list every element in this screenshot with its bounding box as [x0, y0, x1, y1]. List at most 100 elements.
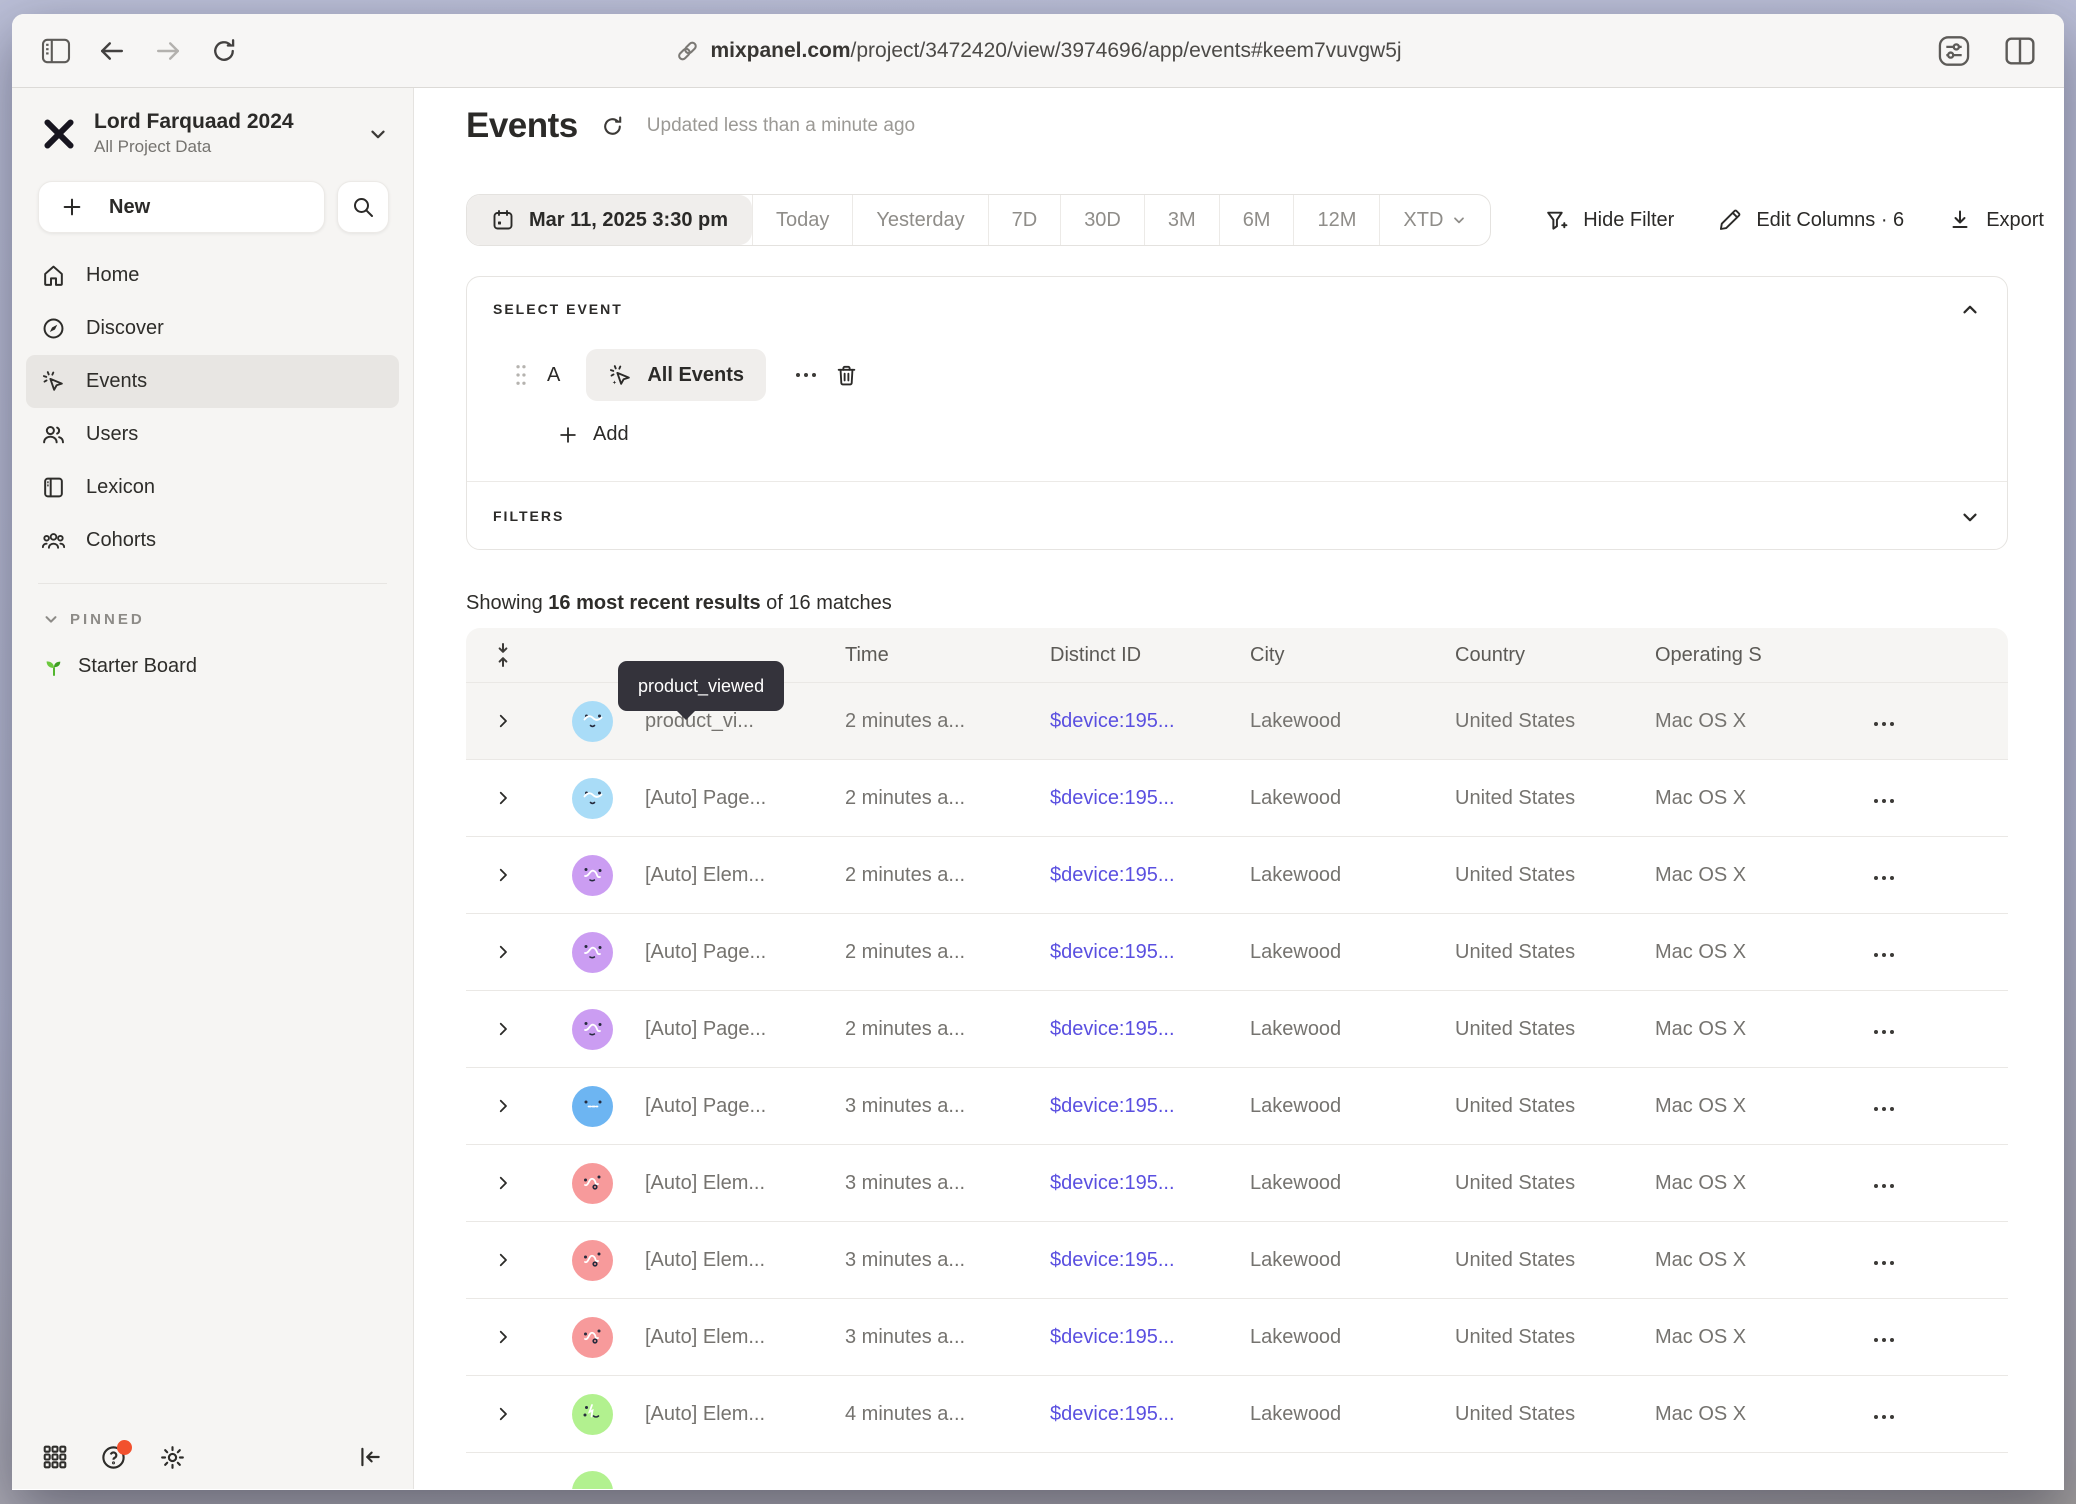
- table-row[interactable]: [Auto] Elem... 3 minutes a... $device:19…: [466, 1298, 2008, 1375]
- split-view-button[interactable]: [2000, 31, 2040, 71]
- export-button[interactable]: Export: [1948, 208, 2044, 232]
- sidebar-item-lexicon[interactable]: Lexicon: [26, 461, 399, 514]
- address-bar[interactable]: mixpanel.com/project/3472420/view/397469…: [674, 38, 1401, 64]
- range-label: 3M: [1168, 209, 1196, 232]
- delete-event-row-button[interactable]: [834, 363, 859, 388]
- search-button[interactable]: [337, 181, 389, 233]
- expand-row-button[interactable]: [494, 1405, 512, 1423]
- apps-grid-button[interactable]: [42, 1444, 68, 1470]
- row-actions-button[interactable]: [1864, 1397, 1888, 1432]
- browser-refresh-button[interactable]: [204, 31, 244, 71]
- browser-sidebar-toggle-button[interactable]: [36, 31, 76, 71]
- column-header-city[interactable]: City: [1250, 644, 1455, 667]
- distinct-id-link[interactable]: $device:195...: [1050, 1326, 1175, 1348]
- sidebar-item-discover[interactable]: Discover: [26, 302, 399, 355]
- sidebar-item-home[interactable]: Home: [26, 249, 399, 302]
- expand-row-button[interactable]: [494, 1328, 512, 1346]
- table-row-partial[interactable]: [466, 1452, 2008, 1489]
- column-header-country[interactable]: Country: [1455, 644, 1655, 667]
- expand-row-button[interactable]: [494, 1174, 512, 1192]
- row-actions-button[interactable]: [1864, 935, 1888, 970]
- range-today[interactable]: Today: [752, 195, 852, 245]
- distinct-id-link[interactable]: $device:195...: [1050, 787, 1175, 809]
- project-switcher[interactable]: Lord Farquaad 2024 All Project Data: [12, 88, 413, 167]
- column-header-time[interactable]: Time: [845, 644, 1050, 667]
- distinct-id-link[interactable]: $device:195...: [1050, 1403, 1175, 1425]
- main-content: Events Updated less than a minute ago Ma…: [414, 88, 2064, 1489]
- browser-back-button[interactable]: [92, 31, 132, 71]
- page-settings-button[interactable]: [1934, 31, 1974, 71]
- collapse-section-button[interactable]: [1959, 299, 1981, 321]
- sidebar-item-label: Cohorts: [86, 529, 156, 552]
- row-actions-button[interactable]: [1864, 781, 1888, 816]
- sidebar-item-events[interactable]: Events: [26, 355, 399, 408]
- new-button[interactable]: New: [38, 181, 325, 233]
- table-row[interactable]: [Auto] Elem... 4 minutes a... $device:19…: [466, 1375, 2008, 1452]
- row-actions-button[interactable]: [1864, 1243, 1888, 1278]
- refresh-results-button[interactable]: [600, 114, 625, 139]
- row-actions-button[interactable]: [1864, 1320, 1888, 1355]
- expand-row-button[interactable]: [494, 866, 512, 884]
- table-row[interactable]: [Auto] Elem... 3 minutes a... $device:19…: [466, 1144, 2008, 1221]
- drag-handle-icon[interactable]: [513, 362, 529, 388]
- expand-row-button[interactable]: [494, 1251, 512, 1269]
- table-row[interactable]: [Auto] Elem... 3 minutes a... $device:19…: [466, 1221, 2008, 1298]
- collapse-all-rows-button[interactable]: [492, 642, 514, 668]
- expand-row-button[interactable]: [494, 712, 512, 730]
- os-cell: Mac OS X: [1655, 941, 1820, 964]
- back-arrow-icon: [97, 39, 127, 63]
- distinct-id-link[interactable]: $device:195...: [1050, 864, 1175, 886]
- browser-forward-button[interactable]: [148, 31, 188, 71]
- expand-row-button[interactable]: [494, 1097, 512, 1115]
- date-picker-button[interactable]: Mar 11, 2025 3:30 pm: [467, 195, 752, 245]
- expand-filters-button[interactable]: [1959, 506, 1981, 528]
- pinned-section-toggle[interactable]: PINNED: [12, 584, 413, 628]
- chevron-right-icon: [494, 1405, 512, 1423]
- range-12m[interactable]: 12M: [1293, 195, 1379, 245]
- range-30d[interactable]: 30D: [1060, 195, 1144, 245]
- column-header-distinct-id[interactable]: Distinct ID: [1050, 644, 1250, 667]
- time-cell: 2 minutes a...: [845, 864, 1050, 887]
- range-7d[interactable]: 7D: [988, 195, 1061, 245]
- expand-row-button[interactable]: [494, 789, 512, 807]
- avatar-face-icon: [578, 1168, 608, 1198]
- expand-row-button[interactable]: [494, 1020, 512, 1038]
- event-row-more-button[interactable]: [796, 373, 800, 377]
- row-actions-button[interactable]: [1864, 1012, 1888, 1047]
- row-actions-button[interactable]: [1864, 704, 1888, 739]
- distinct-id-link[interactable]: $device:195...: [1050, 941, 1175, 963]
- add-event-button[interactable]: Add: [557, 423, 629, 446]
- range-6m[interactable]: 6M: [1219, 195, 1294, 245]
- edit-columns-button[interactable]: Edit Columns · 6: [1718, 208, 1904, 232]
- hide-filter-button[interactable]: Hide Filter: [1544, 208, 1674, 233]
- event-selector-button[interactable]: All Events: [586, 349, 766, 401]
- distinct-id-link[interactable]: $device:195...: [1050, 1172, 1175, 1194]
- distinct-id-link[interactable]: $device:195...: [1050, 1018, 1175, 1040]
- range-xtd[interactable]: XTD: [1379, 195, 1490, 245]
- event-name-cell: [Auto] Page...: [645, 787, 845, 810]
- table-row[interactable]: [Auto] Elem... 2 minutes a... $device:19…: [466, 836, 2008, 913]
- os-cell: Mac OS X: [1655, 1249, 1820, 1272]
- column-header-os[interactable]: Operating S: [1655, 644, 1820, 667]
- range-3m[interactable]: 3M: [1144, 195, 1219, 245]
- table-row[interactable]: [Auto] Page... 2 minutes a... $device:19…: [466, 913, 2008, 990]
- table-row[interactable]: [Auto] Page... 2 minutes a... $device:19…: [466, 990, 2008, 1067]
- sidebar-item-cohorts[interactable]: Cohorts: [26, 514, 399, 567]
- row-actions-button[interactable]: [1864, 1089, 1888, 1124]
- help-button[interactable]: [100, 1444, 127, 1471]
- sidebar: Lord Farquaad 2024 All Project Data New …: [12, 88, 414, 1489]
- distinct-id-link[interactable]: $device:195...: [1050, 1095, 1175, 1117]
- sidebar-item-users[interactable]: Users: [26, 408, 399, 461]
- expand-row-button[interactable]: [494, 943, 512, 961]
- table-row[interactable]: [Auto] Page... 2 minutes a... $device:19…: [466, 759, 2008, 836]
- table-row[interactable]: [Auto] Page... 3 minutes a... $device:19…: [466, 1067, 2008, 1144]
- collapse-sidebar-button[interactable]: [357, 1444, 383, 1470]
- distinct-id-link[interactable]: $device:195...: [1050, 710, 1175, 732]
- settings-button[interactable]: [159, 1444, 186, 1471]
- row-actions-button[interactable]: [1864, 858, 1888, 893]
- distinct-id-link[interactable]: $device:195...: [1050, 1249, 1175, 1271]
- row-actions-button[interactable]: [1864, 1166, 1888, 1201]
- chevron-right-icon: [494, 866, 512, 884]
- sidebar-item-starter-board[interactable]: Starter Board: [12, 628, 413, 678]
- range-yesterday[interactable]: Yesterday: [852, 195, 987, 245]
